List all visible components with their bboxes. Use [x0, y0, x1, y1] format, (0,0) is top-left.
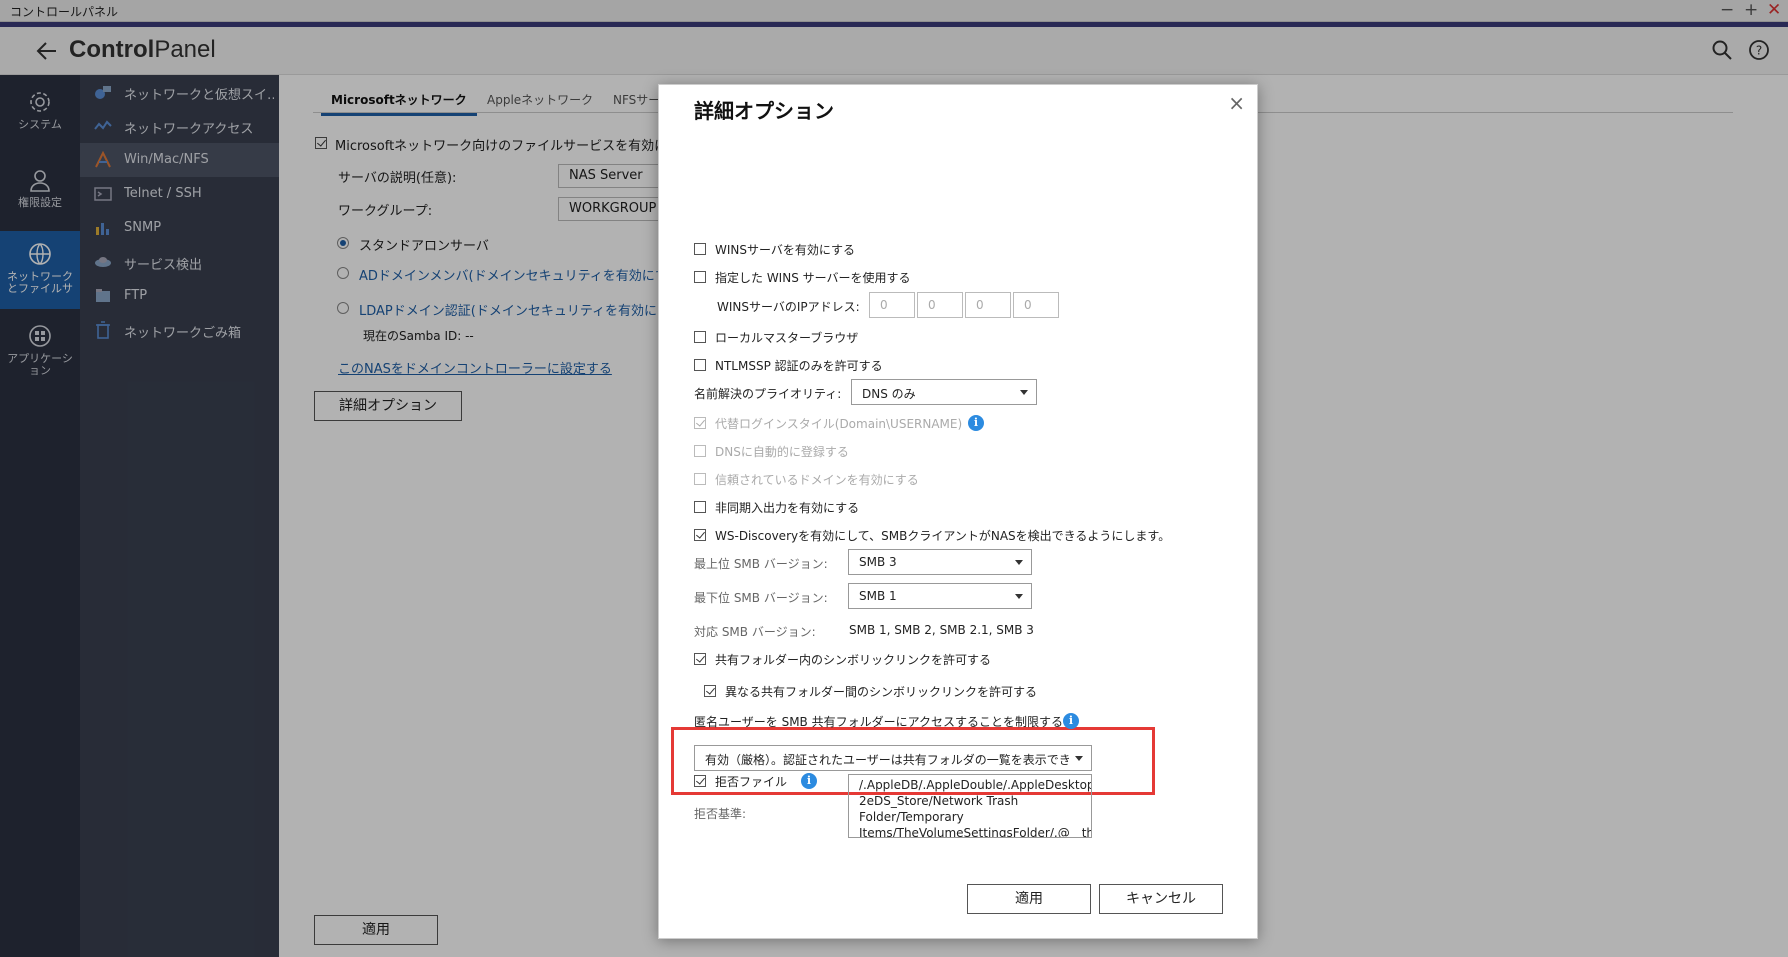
veto-criteria-label: 拒否基準:	[694, 807, 747, 821]
min-smb-value: SMB 1	[859, 589, 897, 603]
name-priority-label: 名前解決のプライオリティ:	[694, 387, 842, 401]
chevron-down-icon	[1020, 390, 1028, 395]
anon-restrict-value: 有効（厳格）。認証されたユーザーは共有フォルダの一覧を表示でき	[705, 753, 1071, 767]
wins-enable-label: WINSサーバを有効にする	[715, 243, 855, 257]
veto-criteria-textarea[interactable]: /.AppleDB/.AppleDouble/.AppleDesktop/: 2…	[848, 774, 1092, 838]
veto-files-info-icon[interactable]: i	[801, 773, 817, 789]
wins-specified-checkbox[interactable]	[694, 271, 706, 283]
veto-files-checkbox[interactable]	[694, 775, 706, 787]
ws-discovery-checkbox[interactable]	[694, 529, 706, 541]
anon-restrict-info-icon[interactable]: i	[1063, 713, 1079, 729]
trusted-domain-checkbox[interactable]	[694, 473, 706, 485]
max-smb-value: SMB 3	[859, 555, 897, 569]
symlink-label: 共有フォルダー内のシンボリックリンクを許可する	[715, 653, 992, 667]
min-smb-label: 最下位 SMB バージョン:	[694, 591, 828, 605]
dialog-close-icon[interactable]: ×	[1228, 91, 1245, 115]
dialog-title: 詳細オプション	[694, 99, 834, 123]
alt-login-checkbox[interactable]	[694, 417, 706, 429]
local-master-checkbox[interactable]	[694, 331, 706, 343]
anon-restrict-select[interactable]: 有効（厳格）。認証されたユーザーは共有フォルダの一覧を表示でき	[694, 745, 1092, 771]
symlink-cross-label: 異なる共有フォルダー間のシンボリックリンクを許可する	[725, 685, 1038, 699]
wins-ip-octet-1[interactable]: 0	[869, 292, 915, 318]
trusted-domain-label: 信頼されているドメインを有効にする	[715, 473, 919, 487]
wins-enable-checkbox[interactable]	[694, 243, 706, 255]
dialog-cancel-button[interactable]: キャンセル	[1099, 884, 1223, 914]
wins-specified-label: 指定した WINS サーバーを使用する	[715, 271, 911, 285]
ntlmssp-checkbox[interactable]	[694, 359, 706, 371]
max-smb-select[interactable]: SMB 3	[848, 549, 1032, 575]
symlink-checkbox[interactable]	[694, 653, 706, 665]
dns-register-label: DNSに自動的に登録する	[715, 445, 849, 459]
name-priority-value: DNS のみ	[862, 387, 916, 401]
async-io-checkbox[interactable]	[694, 501, 706, 513]
anon-restrict-label: 匿名ユーザーを SMB 共有フォルダーにアクセスすることを制限する	[694, 715, 1063, 729]
max-smb-label: 最上位 SMB バージョン:	[694, 557, 828, 571]
local-master-label: ローカルマスターブラウザ	[715, 331, 859, 345]
supported-smb-value: SMB 1, SMB 2, SMB 2.1, SMB 3	[849, 623, 1034, 637]
chevron-down-icon	[1015, 594, 1023, 599]
async-io-label: 非同期入出力を有効にする	[715, 501, 860, 515]
chevron-down-icon	[1075, 756, 1083, 761]
chevron-down-icon	[1015, 560, 1023, 565]
wins-ip-octet-2[interactable]: 0	[917, 292, 963, 318]
dns-register-checkbox[interactable]	[694, 445, 706, 457]
advanced-options-dialog: 詳細オプション × WINSサーバを有効にする 指定した WINS サーバーを使…	[658, 84, 1258, 939]
name-priority-select[interactable]: DNS のみ	[851, 379, 1037, 405]
alt-login-info-icon[interactable]: i	[968, 415, 984, 431]
ws-discovery-label: WS-Discoveryを有効にして、SMBクライアントがNASを検出できるよう…	[715, 529, 1171, 543]
wins-ip-octet-4[interactable]: 0	[1013, 292, 1059, 318]
min-smb-select[interactable]: SMB 1	[848, 583, 1032, 609]
wins-ip-label: WINSサーバのIPアドレス:	[717, 300, 860, 314]
supported-smb-label: 対応 SMB バージョン:	[694, 625, 816, 639]
wins-ip-octet-3[interactable]: 0	[965, 292, 1011, 318]
ntlmssp-label: NTLMSSP 認証のみを許可する	[715, 359, 883, 373]
alt-login-label: 代替ログインスタイル(Domain\USERNAME)	[715, 417, 963, 431]
dialog-apply-button[interactable]: 適用	[967, 884, 1091, 914]
symlink-cross-checkbox[interactable]	[704, 685, 716, 697]
veto-files-label: 拒否ファイル	[715, 775, 788, 789]
